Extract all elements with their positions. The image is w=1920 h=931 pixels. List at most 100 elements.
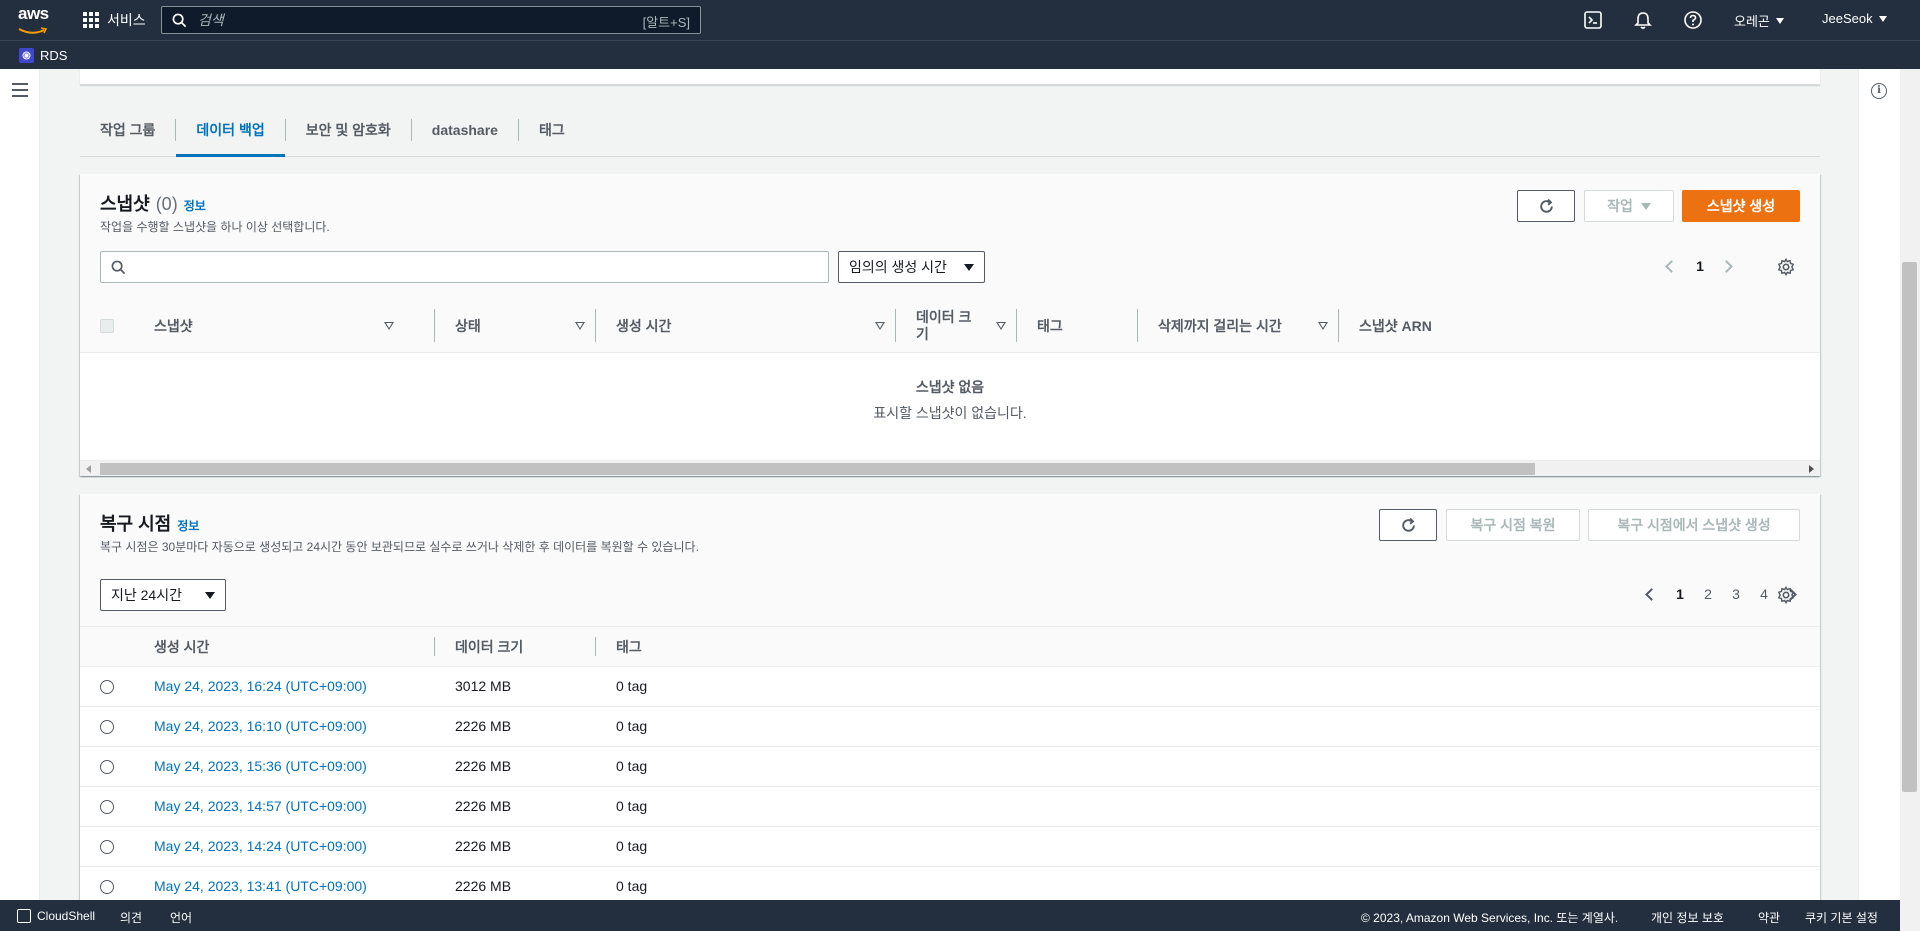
snapshot-search-input[interactable] — [135, 257, 790, 277]
column-header-snapshot-arn[interactable]: 스냅샷 ARN — [1339, 299, 1539, 352]
restore-point-time-link[interactable]: May 24, 2023, 13:41 (UTC+09:00) — [154, 878, 367, 894]
global-search[interactable]: [알트+S] — [161, 6, 701, 34]
page-number[interactable]: 3 — [1722, 586, 1750, 602]
restore-point-tags: 0 tag — [616, 798, 648, 814]
restore-from-point-button[interactable]: 복구 시점 복원 — [1446, 509, 1580, 541]
column-header-status[interactable]: 상태 — [435, 299, 595, 352]
top-navigation: aws 서비스 [알트+S] 오레곤 JeeSeok — [0, 0, 1920, 40]
time-range-select[interactable]: 지난 24시간 — [100, 579, 226, 611]
menu-icon[interactable] — [12, 83, 28, 97]
tab-datashare[interactable]: datashare — [412, 104, 518, 156]
chevron-down-icon — [964, 263, 974, 271]
snapshot-actions-dropdown[interactable]: 작업 — [1584, 190, 1674, 222]
page-number[interactable]: 1 — [1686, 258, 1714, 274]
previous-page-icon[interactable] — [1645, 587, 1658, 601]
column-header-created-time[interactable]: 생성 시간 — [596, 299, 895, 352]
cloudshell-link[interactable]: CloudShell — [37, 909, 95, 923]
table-row[interactable]: May 24, 2023, 16:24 (UTC+09:00) 3012 MB … — [80, 667, 1820, 707]
page-number[interactable]: 1 — [1666, 586, 1694, 602]
restore-points-info-link[interactable]: 정보 — [177, 517, 199, 534]
select-all-checkbox[interactable] — [100, 319, 114, 333]
column-header-data-size[interactable]: 데이터 크기 — [896, 299, 1016, 352]
next-page-icon[interactable] — [1720, 259, 1733, 273]
cloudshell-icon[interactable] — [17, 909, 31, 923]
restore-point-time-link[interactable]: May 24, 2023, 16:24 (UTC+09:00) — [154, 678, 367, 694]
settings-gear-icon[interactable] — [1777, 586, 1795, 604]
snapshots-description: 작업을 수행할 스냅샷을 하나 이상 선택합니다. — [100, 220, 330, 234]
privacy-link[interactable]: 개인 정보 보호 — [1651, 909, 1724, 926]
cookie-preferences-link[interactable]: 쿠키 기본 설정 — [1805, 909, 1878, 926]
cloudshell-icon[interactable] — [1583, 10, 1603, 30]
scroll-left-icon[interactable] — [86, 465, 91, 473]
snapshots-panel: 스냅샷 (0) 정보 작업을 수행할 스냅샷을 하나 이상 선택합니다. 작업 … — [80, 174, 1820, 476]
restore-point-tags: 0 tag — [616, 838, 648, 854]
row-radio[interactable] — [100, 880, 114, 894]
previous-page-icon[interactable] — [1665, 259, 1678, 273]
snapshots-count: (0) — [155, 194, 178, 214]
page-number[interactable]: 4 — [1750, 586, 1778, 602]
tab-tags[interactable]: 태그 — [519, 104, 585, 156]
table-horizontal-scrollbar[interactable] — [80, 460, 1820, 476]
row-radio[interactable] — [100, 760, 114, 774]
restore-point-size: 2226 MB — [455, 798, 512, 814]
help-panel-rail: i — [1858, 69, 1900, 900]
restore-points-header: 복구 시점 정보 복구 시점은 30분마다 자동으로 생성되고 24시간 동안 … — [80, 494, 1820, 627]
column-header-created-time[interactable]: 생성 시간 — [134, 627, 434, 666]
restore-points-table-header: 생성 시간 데이터 크기 태그 — [80, 627, 1820, 667]
feedback-link[interactable]: 의견 — [120, 909, 142, 926]
aws-logo[interactable]: aws — [18, 4, 54, 34]
help-icon[interactable] — [1683, 10, 1703, 30]
column-header-snapshot[interactable]: 스냅샷 — [134, 299, 404, 352]
row-radio[interactable] — [100, 800, 114, 814]
account-menu[interactable]: JeeSeok — [1822, 11, 1887, 26]
table-row[interactable]: May 24, 2023, 15:36 (UTC+09:00) 2226 MB … — [80, 747, 1820, 787]
sort-icon — [875, 321, 885, 330]
search-icon — [111, 260, 126, 275]
refresh-snapshots-button[interactable] — [1517, 190, 1575, 222]
restore-point-time-link[interactable]: May 24, 2023, 15:36 (UTC+09:00) — [154, 758, 367, 774]
restore-point-time-link[interactable]: May 24, 2023, 16:10 (UTC+09:00) — [154, 718, 367, 734]
tab-workgroup[interactable]: 작업 그룹 — [80, 104, 175, 156]
snapshots-info-link[interactable]: 정보 — [184, 197, 206, 214]
create-snapshot-button[interactable]: 스냅샷 생성 — [1682, 190, 1800, 222]
restore-point-size: 3012 MB — [455, 678, 512, 694]
restore-point-time-link[interactable]: May 24, 2023, 14:57 (UTC+09:00) — [154, 798, 367, 814]
rds-shortcut[interactable]: RDS — [19, 48, 67, 63]
column-header-tags[interactable]: 태그 — [1017, 299, 1137, 352]
table-row[interactable]: May 24, 2023, 14:57 (UTC+09:00) 2226 MB … — [80, 787, 1820, 827]
creation-time-filter[interactable]: 임의의 생성 시간 — [838, 251, 985, 283]
row-radio[interactable] — [100, 720, 114, 734]
chevron-down-icon — [205, 591, 215, 599]
tab-data-backup[interactable]: 데이터 백업 — [176, 104, 286, 157]
services-menu-button[interactable]: 서비스 — [83, 10, 146, 30]
page-scrollbar-thumb[interactable] — [1902, 262, 1917, 792]
table-row[interactable]: May 24, 2023, 16:10 (UTC+09:00) 2226 MB … — [80, 707, 1820, 747]
region-selector[interactable]: 오레곤 — [1734, 11, 1784, 30]
restore-point-time-link[interactable]: May 24, 2023, 14:24 (UTC+09:00) — [154, 838, 367, 854]
scroll-right-icon[interactable] — [1809, 465, 1814, 473]
settings-gear-icon[interactable] — [1777, 258, 1795, 276]
search-input[interactable] — [198, 10, 598, 30]
chevron-down-icon — [1640, 202, 1651, 210]
refresh-restore-points-button[interactable] — [1379, 509, 1437, 541]
tab-security-encryption[interactable]: 보안 및 암호화 — [286, 104, 411, 156]
row-radio[interactable] — [100, 680, 114, 694]
page-number[interactable]: 2 — [1694, 586, 1722, 602]
rds-label: RDS — [40, 48, 68, 63]
terms-link[interactable]: 약관 — [1758, 909, 1780, 926]
snapshot-search-field[interactable] — [100, 251, 829, 283]
create-snapshot-from-point-button[interactable]: 복구 시점에서 스냅샷 생성 — [1588, 509, 1800, 541]
bell-icon[interactable] — [1633, 10, 1653, 30]
row-radio[interactable] — [100, 840, 114, 854]
table-row[interactable]: May 24, 2023, 14:24 (UTC+09:00) 2226 MB … — [80, 827, 1820, 867]
aws-logo-text: aws — [18, 4, 49, 23]
column-header-time-to-deletion[interactable]: 삭제까지 걸리는 시간 — [1138, 299, 1338, 352]
language-link[interactable]: 언어 — [170, 909, 192, 926]
horizontal-scrollbar-thumb[interactable] — [100, 463, 1535, 475]
main-content: 작업 그룹 데이터 백업 보안 및 암호화 datashare 태그 스냅샷 (… — [41, 69, 1858, 900]
table-row[interactable]: May 24, 2023, 13:41 (UTC+09:00) 2226 MB … — [80, 867, 1820, 900]
restore-point-tags: 0 tag — [616, 678, 648, 694]
column-header-tags[interactable]: 태그 — [596, 627, 756, 666]
info-icon[interactable]: i — [1871, 83, 1887, 99]
column-header-data-size[interactable]: 데이터 크기 — [435, 627, 595, 666]
